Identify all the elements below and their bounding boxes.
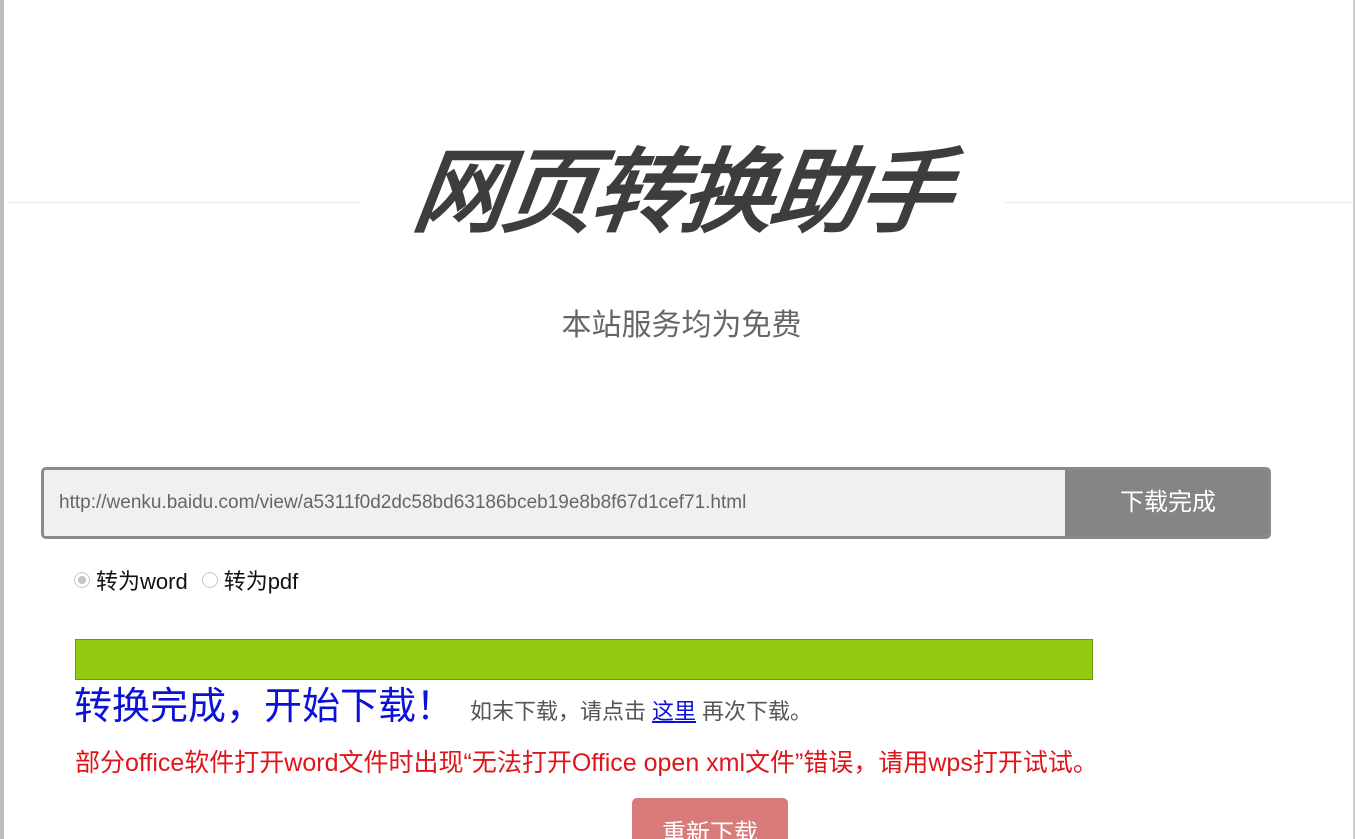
status-done-text: 转换完成，开始下载！: [74, 686, 455, 728]
download-complete-button[interactable]: 下载完成: [1065, 470, 1268, 536]
hint-before-text: 如末下载，请点击: [470, 699, 647, 724]
url-search-box: 下载完成: [41, 467, 1271, 539]
status-hint: 如末下载，请点击 这里 再次下载。: [470, 694, 812, 726]
radio-pdf[interactable]: [201, 572, 218, 588]
hint-after-text: 再次下载。: [702, 699, 813, 724]
conversion-progress-bar: [75, 639, 1093, 680]
redownload-button[interactable]: 重新下载: [632, 798, 788, 839]
redownload-here-link[interactable]: 这里: [652, 699, 696, 724]
radio-word[interactable]: [74, 572, 90, 588]
office-warning-text: 部分office软件打开word文件时出现“无法打开Office open xm…: [75, 749, 1098, 777]
divider-left: [8, 202, 360, 203]
url-input[interactable]: [44, 470, 1064, 536]
site-logo: 网页转换助手: [407, 142, 957, 244]
conversion-status: 转换完成，开始下载！ 如末下载，请点击 这里 再次下载。: [74, 684, 812, 730]
page-frame: 网页转换助手 本站服务均为免费 下载完成 转为word 转为pdf 转换完成，开…: [0, 0, 1355, 839]
divider-right: [1004, 202, 1353, 203]
radio-pdf-label[interactable]: 转为pdf: [224, 564, 299, 596]
format-radio-group: 转为word 转为pdf: [74, 564, 312, 596]
progress-fill: [76, 640, 1092, 679]
radio-word-label[interactable]: 转为word: [96, 564, 188, 596]
site-subtitle: 本站服务均为免费: [561, 309, 802, 342]
